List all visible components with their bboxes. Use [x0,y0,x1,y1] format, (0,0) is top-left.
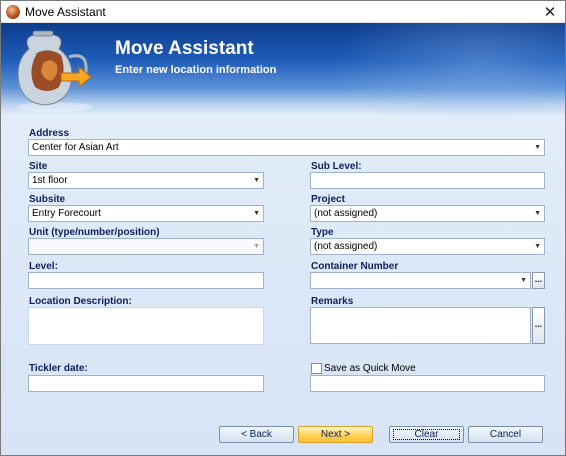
location-description-textarea[interactable] [28,307,264,345]
container-number-label: Container Number [311,261,399,272]
chevron-down-icon: ▼ [520,277,527,284]
move-assistant-window: Move Assistant ✕ Move Assistant Enter ne… [0,0,566,456]
remarks-label: Remarks [311,296,354,307]
cancel-button[interactable]: Cancel [468,426,543,443]
quick-move-name-input[interactable] [310,375,545,392]
window-title: Move Assistant [25,5,106,19]
title-bar: Move Assistant ✕ [1,1,565,23]
banner-glow [331,23,565,116]
clear-button[interactable]: Clear [389,426,464,443]
remarks-browse-button[interactable]: ... [532,307,545,344]
level-label: Level: [29,261,58,272]
sub-level-label: Sub Level: [311,161,362,172]
sub-level-input[interactable] [310,172,545,189]
container-browse-button[interactable]: ... [532,272,545,289]
quick-move-label: Save as Quick Move [324,363,416,374]
banner-heading: Move Assistant [115,38,254,59]
address-label: Address [29,128,70,139]
level-input[interactable] [28,272,264,289]
project-label: Project [311,194,345,205]
remarks-textarea[interactable] [310,307,531,344]
type-dropdown[interactable]: (not assigned) ▼ [310,238,545,255]
chevron-down-icon: ▼ [534,144,541,151]
subsite-dropdown[interactable]: Entry Forecourt ▼ [28,205,264,222]
address-dropdown[interactable]: Center for Asian Art ▼ [28,139,545,156]
app-icon [6,5,20,19]
site-dropdown[interactable]: 1st floor ▼ [28,172,264,189]
unit-dropdown[interactable]: ▼ [28,238,264,255]
tickler-date-label: Tickler date: [29,363,88,374]
back-button[interactable]: < Back [219,426,294,443]
close-icon[interactable]: ✕ [539,1,561,23]
project-value: (not assigned) [314,208,378,219]
next-button[interactable]: Next > [298,426,373,443]
site-label: Site [29,161,48,172]
type-label: Type [311,227,334,238]
chevron-down-icon: ▼ [253,210,260,217]
unit-label: Unit (type/number/position) [29,227,160,238]
move-vase-logo-icon [17,30,93,112]
chevron-down-icon: ▼ [253,177,260,184]
location-description-label: Location Description: [29,296,132,307]
subsite-value: Entry Forecourt [32,208,101,219]
banner-subheading: Enter new location information [115,64,277,76]
chevron-down-icon: ▼ [534,210,541,217]
container-number-dropdown[interactable]: ▼ [310,272,531,289]
type-value: (not assigned) [314,241,378,252]
chevron-down-icon: ▼ [534,243,541,250]
tickler-date-input[interactable] [28,375,264,392]
subsite-label: Subsite [29,194,66,205]
header-banner: Move Assistant Enter new location inform… [1,23,565,116]
address-value: Center for Asian Art [32,142,119,153]
site-value: 1st floor [32,175,68,186]
quick-move-checkbox[interactable] [311,363,322,374]
project-dropdown[interactable]: (not assigned) ▼ [310,205,545,222]
chevron-down-icon: ▼ [253,243,260,250]
